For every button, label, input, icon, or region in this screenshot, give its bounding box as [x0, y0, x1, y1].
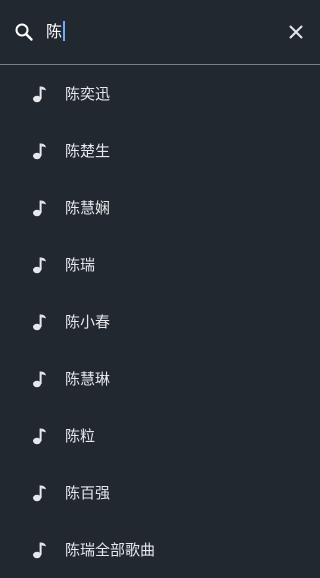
search-icon: [14, 22, 34, 42]
suggestion-item[interactable]: 陈奕迅: [0, 65, 320, 122]
music-note-icon: [32, 142, 48, 160]
suggestion-label: 陈瑞: [65, 256, 96, 274]
suggestion-label: 陈小春: [65, 313, 111, 331]
music-note-icon: [32, 85, 48, 103]
music-note-icon: [32, 541, 48, 559]
close-icon: [289, 25, 303, 39]
music-note-icon: [32, 256, 48, 274]
search-screen: 陈 陈奕迅陈楚生陈慧娴陈瑞陈小春陈慧琳陈粒陈百强陈瑞全部歌曲: [0, 0, 320, 569]
suggestion-label: 陈奕迅: [65, 85, 111, 103]
suggestion-label: 陈楚生: [65, 142, 111, 160]
music-note-icon: [32, 484, 48, 502]
music-note-icon: [32, 427, 48, 445]
text-caret: [63, 21, 66, 41]
search-input[interactable]: 陈: [46, 21, 66, 43]
suggestion-item[interactable]: 陈慧琳: [0, 350, 320, 407]
suggestion-item[interactable]: 陈慧娴: [0, 179, 320, 236]
suggestion-label: 陈慧琳: [65, 370, 111, 388]
close-button[interactable]: [284, 20, 308, 44]
music-note-icon: [32, 313, 48, 331]
suggestion-label: 陈粒: [65, 427, 96, 445]
suggestion-list: 陈奕迅陈楚生陈慧娴陈瑞陈小春陈慧琳陈粒陈百强陈瑞全部歌曲: [0, 65, 320, 578]
suggestion-item[interactable]: 陈瑞全部歌曲: [0, 521, 320, 578]
suggestion-label: 陈慧娴: [65, 199, 111, 217]
search-bar: 陈: [0, 0, 320, 64]
suggestion-label: 陈百强: [65, 484, 111, 502]
suggestion-label: 陈瑞全部歌曲: [65, 541, 156, 559]
suggestion-item[interactable]: 陈瑞: [0, 236, 320, 293]
music-note-icon: [32, 370, 48, 388]
suggestion-item[interactable]: 陈小春: [0, 293, 320, 350]
suggestion-item[interactable]: 陈粒: [0, 407, 320, 464]
suggestion-item[interactable]: 陈百强: [0, 464, 320, 521]
music-note-icon: [32, 199, 48, 217]
search-query: 陈: [46, 22, 63, 41]
suggestion-item[interactable]: 陈楚生: [0, 122, 320, 179]
